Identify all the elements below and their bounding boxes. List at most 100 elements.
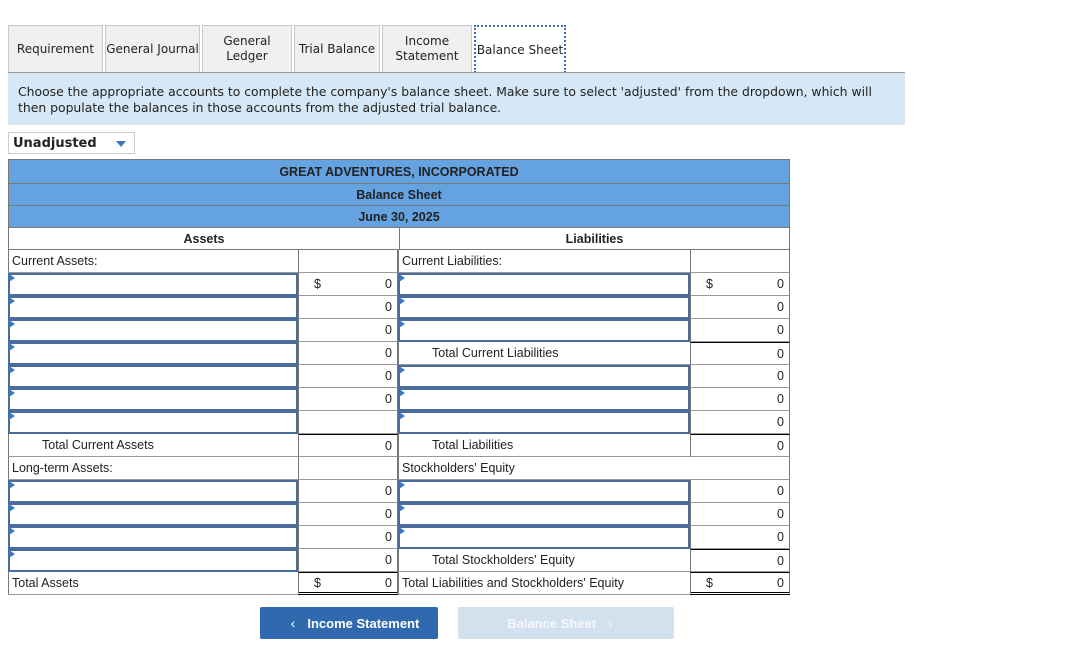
statement-date: June 30, 2025: [8, 205, 790, 227]
amount-value: 0: [385, 484, 392, 498]
amount-cell: 0: [298, 503, 398, 526]
total-label: Total Stockholders' Equity: [398, 549, 690, 572]
section-label: Current Assets:: [8, 250, 298, 273]
total-row: Total Current Assets 0: [8, 434, 398, 457]
next-balance-sheet-button[interactable]: Balance Sheet ›: [458, 607, 674, 639]
amount-cell: 0: [690, 388, 790, 411]
amount-cell: 0: [298, 342, 398, 365]
grand-row: Total Liabilities and Stockholders' Equi…: [398, 572, 790, 595]
total-row: Total Stockholders' Equity 0: [398, 549, 790, 572]
account-select[interactable]: [8, 273, 298, 296]
account-select[interactable]: [8, 411, 298, 434]
dropdown-marker-icon: [9, 297, 15, 305]
tab-general-ledger[interactable]: General Ledger: [202, 25, 292, 72]
caret-down-icon: [116, 141, 126, 147]
amount-cell: 0: [298, 365, 398, 388]
account-row: 0: [8, 296, 398, 319]
total-label: Total Current Liabilities: [398, 342, 690, 365]
account-select[interactable]: [8, 503, 298, 526]
dropdown-marker-icon: [9, 320, 15, 328]
amount-cell: [298, 457, 398, 480]
amount-value: 0: [777, 392, 784, 406]
account-row: 0: [8, 503, 398, 526]
amount-cell: $0: [298, 572, 398, 595]
account-select[interactable]: [8, 296, 298, 319]
amount-value: 0: [385, 530, 392, 544]
currency-symbol: $: [706, 575, 713, 590]
liabilities-header: Liabilities: [565, 231, 624, 246]
amount-value: 0: [385, 553, 392, 567]
amount-cell: 0: [298, 434, 398, 457]
account-select[interactable]: [398, 388, 690, 411]
account-select[interactable]: [398, 319, 690, 342]
amount-value: 0: [385, 277, 392, 291]
label-row: Current Liabilities:: [398, 250, 790, 273]
total-label: Total Liabilities and Stockholders' Equi…: [398, 572, 690, 595]
label-row: Stockholders' Equity: [398, 457, 790, 480]
section-label: Current Liabilities:: [398, 250, 690, 273]
amount-cell: 0: [298, 480, 398, 503]
amount-cell: 0: [298, 526, 398, 549]
tab-general-journal[interactable]: General Journal: [105, 25, 200, 72]
account-select[interactable]: [398, 480, 690, 503]
amount-value: 0: [385, 392, 392, 406]
account-select[interactable]: [398, 411, 690, 434]
assets-section: Current Assets: $0 0 0 0 0 0 Total Current Asse…: [8, 250, 398, 595]
dropdown-marker-icon: [9, 504, 15, 512]
dropdown-marker-icon: [399, 297, 405, 305]
amount-cell: 0: [690, 434, 790, 457]
account-select[interactable]: [398, 296, 690, 319]
liabilities-section: Current Liabilities: $0 0 0 Total Current Li…: [398, 250, 790, 595]
amount-cell: 0: [298, 388, 398, 411]
statement-title: Balance Sheet: [8, 183, 790, 205]
account-row: 0: [398, 503, 790, 526]
tab-trial-balance[interactable]: Trial Balance: [294, 25, 380, 72]
account-select[interactable]: [8, 342, 298, 365]
trial-balance-select[interactable]: Unadjusted: [8, 132, 135, 154]
dropdown-marker-icon: [9, 412, 15, 420]
account-select[interactable]: [8, 388, 298, 411]
dropdown-marker-icon: [9, 389, 15, 397]
dropdown-marker-icon: [399, 504, 405, 512]
amount-value: 0: [777, 438, 784, 453]
account-select[interactable]: [8, 526, 298, 549]
tab-requirement[interactable]: Requirement: [8, 25, 103, 72]
section-label: Stockholders' Equity: [398, 457, 690, 480]
account-select[interactable]: [8, 365, 298, 388]
account-select[interactable]: [398, 365, 690, 388]
amount-cell: [690, 250, 790, 273]
account-row: 0: [8, 365, 398, 388]
amount-cell: [690, 457, 790, 480]
amount-value: 0: [385, 323, 392, 337]
amount-value: 0: [777, 323, 784, 337]
instructions: Choose the appropriate accounts to compl…: [8, 73, 905, 125]
dropdown-marker-icon: [399, 366, 405, 374]
amount-value: 0: [385, 369, 392, 383]
account-select[interactable]: [398, 503, 690, 526]
chevron-left-icon: ‹: [290, 615, 296, 631]
account-select[interactable]: [8, 319, 298, 342]
label-row: Long-term Assets:: [8, 457, 398, 480]
account-select[interactable]: [398, 273, 690, 296]
dropdown-marker-icon: [9, 366, 15, 374]
tab-balance-sheet[interactable]: Balance Sheet: [474, 25, 566, 73]
account-row: 0: [8, 480, 398, 503]
amount-cell: 0: [690, 365, 790, 388]
amount-cell: 0: [690, 549, 790, 572]
amount-value: 0: [385, 300, 392, 314]
prev-income-statement-button[interactable]: ‹ Income Statement: [260, 607, 438, 639]
total-label: Total Assets: [8, 572, 298, 595]
total-row: Total Liabilities 0: [398, 434, 790, 457]
account-select[interactable]: [8, 480, 298, 503]
currency-symbol: $: [314, 277, 321, 291]
currency-symbol: $: [706, 277, 713, 291]
dropdown-marker-icon: [399, 527, 405, 535]
selected-option: Unadjusted: [13, 135, 97, 151]
tab-income-statement[interactable]: Income Statement: [382, 25, 472, 72]
account-select[interactable]: [8, 549, 298, 572]
amount-cell: 0: [690, 526, 790, 549]
account-select[interactable]: [398, 526, 690, 549]
amount-value: 0: [777, 300, 784, 314]
dropdown-marker-icon: [9, 481, 15, 489]
account-row: 0: [8, 549, 398, 572]
